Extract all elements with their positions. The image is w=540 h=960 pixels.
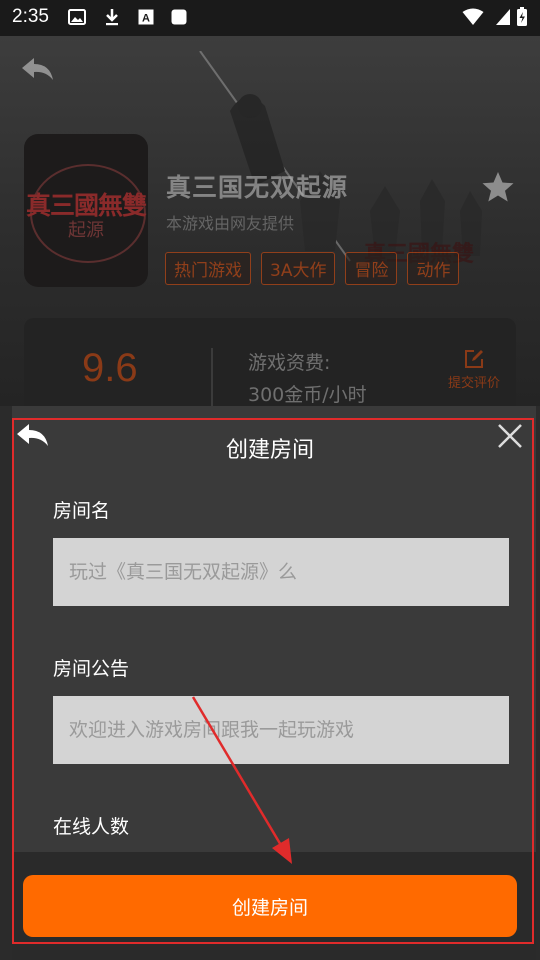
create-room-button[interactable]: 创建房间: [23, 875, 517, 937]
online-count-label: 在线人数: [53, 816, 130, 838]
square-icon: [170, 8, 188, 26]
submit-review-button[interactable]: 提交评价: [434, 348, 514, 391]
hero-artwork: [199, 51, 482, 262]
tag-adventure[interactable]: 冒险: [345, 252, 398, 285]
game-score: 9.6: [82, 346, 138, 390]
image-icon: [68, 8, 86, 26]
fee-value: 300金币/小时: [248, 384, 367, 406]
room-notice-label: 房间公告: [53, 658, 130, 680]
tag-hot-game[interactable]: 热门游戏: [165, 252, 251, 285]
page-back-icon[interactable]: [20, 56, 56, 86]
signal-icon: [494, 8, 512, 26]
create-room-dialog: 创建房间 房间名 房间公告 在线人数 创建房间: [12, 406, 536, 960]
svg-text:A: A: [142, 13, 150, 25]
battery-icon: [516, 7, 528, 26]
status-time: 2:35: [12, 6, 49, 27]
room-name-label: 房间名: [53, 500, 111, 522]
status-bar: 2:35 A: [0, 0, 540, 36]
tag-action[interactable]: 动作: [407, 252, 460, 285]
dialog-title: 创建房间: [225, 438, 314, 463]
game-detail-page: 真三國無雙 起源 真三国无双起源 本游戏由网友提供 真三國無雙 热门游戏 3A大…: [0, 36, 540, 960]
game-subtitle: 本游戏由网友提供: [166, 214, 295, 233]
card-divider: [211, 348, 213, 408]
game-info-card: 9.6 游戏资费: 300金币/小时 提交评价: [24, 318, 516, 418]
cover-logo-subtext: 起源: [68, 220, 104, 241]
favorite-star-icon[interactable]: [481, 170, 515, 204]
room-notice-input[interactable]: [53, 696, 509, 764]
game-cover: 真三國無雙 起源: [24, 134, 148, 287]
submit-review-label: 提交评价: [447, 376, 500, 391]
wifi-icon: [462, 8, 484, 26]
edit-icon: [465, 350, 483, 368]
font-icon: A: [137, 8, 155, 26]
room-name-input[interactable]: [53, 538, 509, 606]
tag-3a[interactable]: 3A大作: [261, 252, 336, 285]
game-title: 真三国无双起源: [166, 173, 349, 202]
download-icon: [103, 8, 121, 26]
fee-label: 游戏资费:: [248, 352, 331, 374]
game-tags: 热门游戏 3A大作 冒险 动作: [165, 252, 460, 285]
